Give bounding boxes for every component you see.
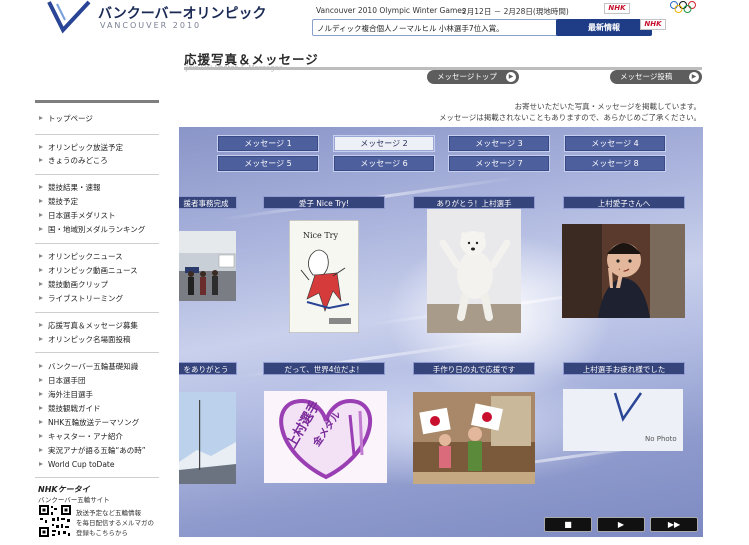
- tab-message-4[interactable]: メッセージ 4: [564, 135, 666, 152]
- gallery-caption[interactable]: 援者事務完成: [179, 196, 237, 209]
- sidebar-item-results[interactable]: 競技結果・速報: [35, 181, 159, 194]
- sidebar-item-japan-team[interactable]: 日本選手団: [35, 374, 159, 387]
- sidebar-item-theme-song[interactable]: NHK五輪放送テーマソング: [35, 416, 159, 429]
- fast-forward-button[interactable]: ▶▶: [650, 517, 698, 532]
- gallery-photo[interactable]: 上村選手 金メダル: [264, 391, 387, 483]
- gallery-caption[interactable]: ありがとう！上村選手: [413, 196, 535, 209]
- gallery-photo[interactable]: [179, 231, 236, 301]
- ticker-text[interactable]: ノルディック複合個人ノーマルヒル 小林選手7位入賞。: [317, 23, 504, 34]
- gallery-caption[interactable]: 上村選手お疲れ様でした: [563, 362, 685, 375]
- tab-message-8[interactable]: メッセージ 8: [564, 155, 666, 172]
- gallery-photo[interactable]: [427, 209, 521, 333]
- stop-icon: ■: [564, 520, 572, 529]
- mobile-desc-line: 登録もこちらから: [76, 529, 128, 537]
- gallery-photo[interactable]: [562, 224, 685, 318]
- gallery-caption[interactable]: 手作り日の丸で応援です: [413, 362, 535, 375]
- nhk-mobile-title[interactable]: バンクーバー五輪サイト: [38, 494, 110, 504]
- sidebar-divider: [35, 243, 159, 244]
- mobile-desc-line: 放送予定など五輪情報: [76, 509, 141, 517]
- chevron-right-icon: ▶: [506, 72, 516, 82]
- sidebar-item-announcer-stories[interactable]: 実況アナが語る五輪“あの時”: [35, 444, 159, 457]
- sidebar-item-highlights[interactable]: きょうのみどころ: [35, 154, 159, 167]
- qr-code-icon[interactable]: [38, 504, 72, 538]
- nhk-logo-small[interactable]: NHK: [640, 19, 666, 30]
- gallery-caption[interactable]: だって、世界4位だよ！: [263, 362, 385, 375]
- sidebar-item-foreign-athletes[interactable]: 海外注目選手: [35, 388, 159, 401]
- chevron-right-icon: ▶: [689, 72, 699, 82]
- site-title[interactable]: バンクーバーオリンピック: [98, 3, 267, 23]
- gallery-photo[interactable]: No Photo: [563, 389, 683, 451]
- site-subtitle: VANCOUVER 2010: [100, 21, 202, 30]
- tab-message-7[interactable]: メッセージ 7: [448, 155, 550, 172]
- sidebar-divider: [35, 174, 159, 175]
- mobile-desc-line: を毎日配信するメルマガの: [76, 519, 154, 527]
- olympic-rings-icon: [670, 1, 696, 13]
- message-top-label: メッセージトップ: [437, 72, 497, 81]
- gallery-photo[interactable]: Nice Try: [289, 220, 359, 333]
- notice-line-1: お寄せいただいた写真・メッセージを掲載しています。: [514, 102, 701, 111]
- sidebar-item-event-schedule[interactable]: 競技予定: [35, 195, 159, 208]
- nhk-logo[interactable]: NHK: [604, 3, 630, 14]
- sidebar-divider: [35, 477, 159, 478]
- gallery-caption[interactable]: 上村愛子さんへ: [563, 196, 685, 209]
- tab-message-3[interactable]: メッセージ 3: [448, 135, 550, 152]
- notice-line-2: メッセージは掲載されないこともありますので、あらかじめご了承ください。: [438, 113, 701, 122]
- play-icon: ▶: [617, 520, 625, 529]
- games-name: Vancouver 2010 Olympic Winter Games: [316, 6, 466, 15]
- sidebar-item-news[interactable]: オリンピックニュース: [35, 250, 159, 263]
- message-gallery-panel: メッセージ 1 メッセージ 2 メッセージ 3 メッセージ 4 メッセージ 5 …: [179, 127, 703, 537]
- stop-button[interactable]: ■: [544, 517, 592, 532]
- sidebar-item-photo-message[interactable]: 応援写真＆メッセージ募集: [35, 319, 159, 332]
- sidebar-item-video-clips[interactable]: 競技動画クリップ: [35, 278, 159, 291]
- sidebar-divider: [35, 312, 159, 313]
- sidebar-item-medal-ranking[interactable]: 国・地域別メダルランキング: [35, 223, 159, 236]
- gallery-photo[interactable]: [179, 392, 236, 484]
- sidebar-divider: [35, 134, 159, 135]
- fast-forward-icon: ▶▶: [667, 520, 681, 529]
- gallery-caption[interactable]: 愛子 Nice Try!: [263, 196, 385, 209]
- sidebar-item-scene-post[interactable]: オリンピック名場面投稿: [35, 333, 159, 346]
- latest-news-button[interactable]: 最新情報: [556, 19, 652, 36]
- sidebar-item-japan-medalists[interactable]: 日本選手メダリスト: [35, 209, 159, 222]
- sidebar-item-casters[interactable]: キャスター・アナ紹介: [35, 430, 159, 443]
- sidebar-item-top[interactable]: トップページ: [35, 112, 159, 125]
- sidebar-item-viewing-guide[interactable]: 競技観戦ガイド: [35, 402, 159, 415]
- nice-try-text: Nice Try: [303, 231, 338, 240]
- message-post-label: メッセージ投稿: [620, 72, 673, 81]
- play-button[interactable]: ▶: [597, 517, 645, 532]
- no-photo-text: No Photo: [645, 435, 677, 443]
- sidebar-divider: [35, 352, 159, 353]
- vancouver-logo-icon[interactable]: [45, 0, 93, 34]
- games-dates: 2月12日 － 2月28日(現地時間): [462, 7, 569, 16]
- message-top-button[interactable]: メッセージトップ ▶: [427, 70, 519, 84]
- message-post-button[interactable]: メッセージ投稿 ▶: [610, 70, 702, 84]
- sidebar-item-broadcast-schedule[interactable]: オリンピック放送予定: [35, 141, 159, 154]
- tab-message-1[interactable]: メッセージ 1: [217, 135, 319, 152]
- tab-message-5[interactable]: メッセージ 5: [217, 155, 319, 172]
- tab-message-2[interactable]: メッセージ 2: [333, 135, 435, 152]
- gallery-photo[interactable]: [413, 392, 535, 484]
- gallery-caption[interactable]: をありがとう: [179, 362, 237, 375]
- site-header: バンクーバーオリンピック VANCOUVER 2010 Vancouver 20…: [0, 0, 749, 40]
- sidebar-top-bar: [35, 100, 159, 103]
- tab-message-6[interactable]: メッセージ 6: [333, 155, 435, 172]
- sidebar-item-video-news[interactable]: オリンピック動画ニュース: [35, 264, 159, 277]
- sidebar-item-basics[interactable]: バンクーバー五輪基礎知識: [35, 360, 159, 373]
- sidebar-item-world-cup[interactable]: World Cup toDate: [35, 458, 159, 471]
- sidebar-item-live-streaming[interactable]: ライブストリーミング: [35, 292, 159, 305]
